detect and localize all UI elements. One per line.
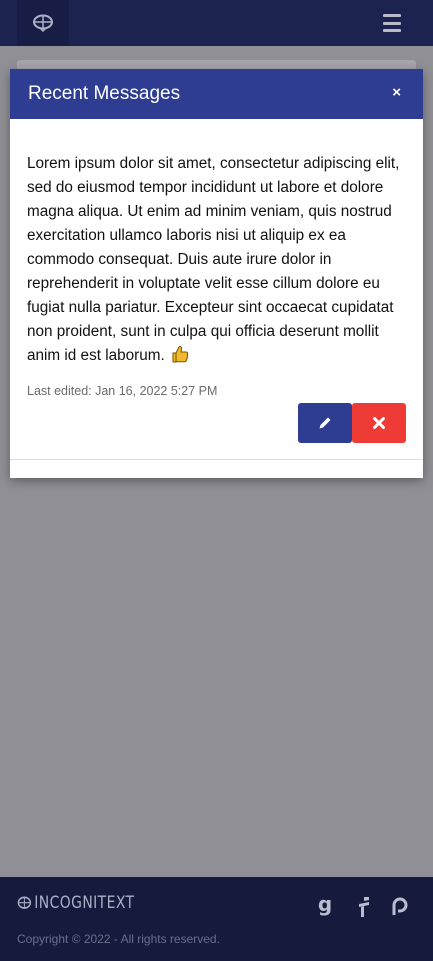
modal-header: Recent Messages × — [10, 69, 423, 119]
modal-footer-divider — [10, 459, 423, 460]
brand-name: INCOGNITEXT — [34, 893, 135, 913]
edit-message-button[interactable] — [298, 403, 352, 443]
goodreads-icon[interactable]: g — [315, 895, 335, 919]
flipboard-icon[interactable] — [353, 895, 373, 919]
message-text: Lorem ipsum dolor sit amet, consectetur … — [27, 155, 400, 364]
home-logo-link[interactable] — [17, 0, 69, 46]
copyright-text: Copyright © 2022 - All rights reserved. — [17, 932, 220, 946]
top-navbar — [0, 0, 433, 46]
message-body: Lorem ipsum dolor sit amet, consectetur … — [27, 152, 412, 368]
social-links: g — [315, 895, 411, 919]
hamburger-menu-icon[interactable] — [383, 14, 401, 32]
pencil-icon — [319, 417, 331, 429]
x-icon — [373, 417, 385, 429]
svg-text:g: g — [318, 897, 332, 916]
thumbs-up-icon — [172, 346, 189, 363]
delete-message-button[interactable] — [352, 403, 406, 443]
brain-logo-icon — [33, 14, 53, 32]
recent-messages-modal: Recent Messages × Lorem ipsum dolor sit … — [10, 69, 423, 478]
brain-logo-icon — [17, 896, 32, 909]
footer-brand[interactable]: INCOGNITEXT — [17, 893, 134, 913]
footer: INCOGNITEXT Copyright © 2022 - All right… — [0, 877, 433, 961]
patreon-icon[interactable] — [391, 895, 411, 919]
modal-title: Recent Messages — [28, 83, 181, 104]
close-icon[interactable]: × — [392, 84, 401, 101]
last-edited-timestamp: Last edited: Jan 16, 2022 5:27 PM — [27, 384, 218, 398]
